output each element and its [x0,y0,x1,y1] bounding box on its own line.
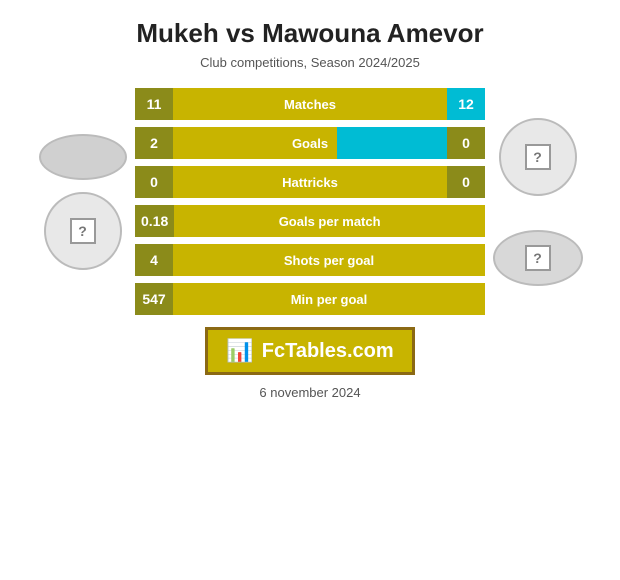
gpm-label: Goals per match [174,205,485,237]
logo-icon: 📊 [226,338,253,364]
goals-left-val: 2 [135,127,173,159]
stat-row-hattricks: 0 Hattricks 0 [135,166,485,198]
right-avatar-top: ? [499,118,577,196]
matches-label: Matches [173,88,447,120]
page-title: Mukeh vs Mawouna Amevor [136,18,483,49]
goals-label: Goals [173,127,447,159]
mpg-left-val: 547 [135,283,173,315]
logo-text: FcTables.com [262,340,394,363]
date-label: 6 november 2024 [259,385,360,400]
hattricks-left-val: 0 [135,166,173,198]
stat-row-goals: 2 Goals 0 [135,127,485,159]
logo-box: 📊 FcTables.com [205,327,414,375]
left-avatar-qmark: ? [70,218,96,244]
page-container: Mukeh vs Mawouna Amevor Club competition… [0,0,620,580]
goals-right-val: 0 [447,127,485,159]
hattricks-label: Hattricks [173,166,447,198]
hattricks-right-val: 0 [447,166,485,198]
stat-row-matches: 11 Matches 12 [135,88,485,120]
left-player-avatars: ? [30,134,135,270]
gpm-left-val: 0.18 [135,205,174,237]
stats-column: 11 Matches 12 2 Goals 0 0 Hattricks 0 [135,88,485,315]
stat-row-shots-per-goal: 4 Shots per goal [135,244,485,276]
matches-left-val: 11 [135,88,173,120]
right-player-avatars: ? ? [485,118,590,286]
right-avatar-bottom: ? [493,230,583,286]
spg-label: Shots per goal [173,244,485,276]
right-avatar-top-qmark: ? [525,144,551,170]
left-avatar-mid: ? [44,192,122,270]
right-avatar-bottom-qmark: ? [525,245,551,271]
left-avatar-top [39,134,127,180]
stat-row-goals-per-match: 0.18 Goals per match [135,205,485,237]
matches-right-val: 12 [447,88,485,120]
mpg-label: Min per goal [173,283,485,315]
spg-left-val: 4 [135,244,173,276]
stat-row-min-per-goal: 547 Min per goal [135,283,485,315]
comparison-area: ? 11 Matches 12 2 Goals 0 0 [20,88,600,315]
subtitle: Club competitions, Season 2024/2025 [200,55,420,70]
logo-area: 📊 FcTables.com 6 november 2024 [205,327,414,400]
